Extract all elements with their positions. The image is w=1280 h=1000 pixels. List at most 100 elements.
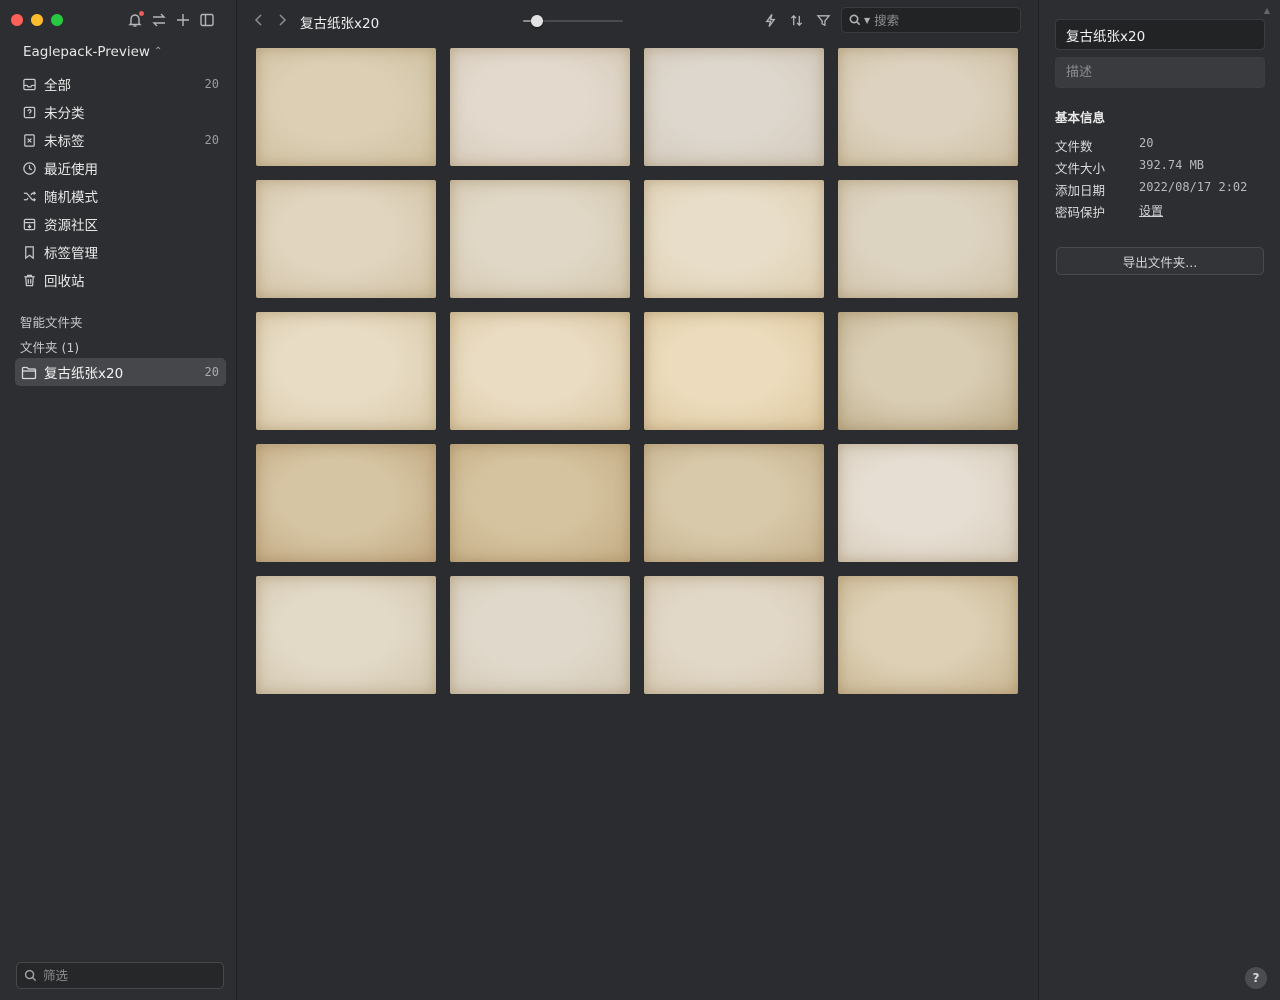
close-window-button[interactable] <box>11 14 23 26</box>
maximize-window-button[interactable] <box>51 14 63 26</box>
thumbnail-item[interactable] <box>256 180 436 298</box>
sync-icon[interactable] <box>150 11 168 29</box>
trash-icon <box>21 272 37 288</box>
filter-funnel-icon[interactable] <box>814 12 832 28</box>
notification-dot <box>139 11 144 16</box>
sidebar-nav: 全部 20 未分类 未标签 20 最近使用 随机模式 资源社区 标签管理 回收站 <box>15 70 226 294</box>
bookmark-icon <box>21 244 37 260</box>
sidebar-toggle-icon[interactable] <box>198 11 216 29</box>
sidebar-item-community[interactable]: 资源社区 <box>15 210 226 238</box>
breadcrumb: 复古纸张x20 <box>300 16 380 32</box>
thumbnail-item[interactable] <box>838 576 1018 694</box>
sort-icon[interactable] <box>787 12 805 28</box>
thumbnail-item[interactable] <box>644 48 824 166</box>
sidebar-item-label: 未标签 <box>44 134 85 150</box>
thumbnail-item[interactable] <box>838 312 1018 430</box>
library-switcher[interactable]: Eaglepack-Preview ⌃ <box>23 44 162 60</box>
main-toolbar: 复古纸张x20 ▼ <box>237 0 1038 40</box>
thumbnail-grid <box>256 48 1018 694</box>
pin-icon[interactable]: ▲ <box>1264 6 1270 15</box>
sidebar-item-label: 回收站 <box>44 274 85 290</box>
filter-input[interactable] <box>43 968 203 983</box>
library-name: Eaglepack-Preview <box>23 44 150 60</box>
info-value: 392.74 MB <box>1139 158 1205 172</box>
lightning-icon[interactable] <box>761 12 779 28</box>
sidebar-item-trash[interactable]: 回收站 <box>15 266 226 294</box>
shuffle-icon <box>21 188 37 204</box>
info-value: 2022/08/17 2:02 <box>1139 180 1248 194</box>
thumbnail-item[interactable] <box>644 576 824 694</box>
export-folder-button[interactable]: 导出文件夹... <box>1056 247 1264 275</box>
sidebar: Eaglepack-Preview ⌃ 全部 20 未分类 未标签 20 最近使… <box>0 0 237 1000</box>
info-key: 密码保护 <box>1055 205 1106 220</box>
thumbnail-item[interactable] <box>450 48 630 166</box>
folder-name-field[interactable] <box>1055 19 1265 50</box>
thumbnail-item[interactable] <box>644 312 824 430</box>
info-key: 文件数 <box>1055 139 1093 154</box>
sidebar-item-label: 未分类 <box>44 106 85 122</box>
thumbnail-item[interactable] <box>838 48 1018 166</box>
folder-icon <box>21 364 37 380</box>
slider-handle[interactable] <box>531 15 543 27</box>
search-icon <box>849 14 861 26</box>
folders-heading[interactable]: 文件夹 (1) <box>20 337 79 356</box>
search-icon <box>24 969 37 982</box>
thumbnail-item[interactable] <box>644 180 824 298</box>
folder-count: 20 <box>204 365 219 379</box>
thumbnail-size-slider[interactable] <box>523 14 623 28</box>
info-key: 添加日期 <box>1055 183 1106 198</box>
info-row-date-added: 添加日期 2022/08/17 2:02 <box>1055 180 1265 199</box>
sidebar-item-label: 资源社区 <box>44 218 98 234</box>
sidebar-item-label: 全部 <box>44 78 71 94</box>
thumbnail-item[interactable] <box>450 312 630 430</box>
clock-icon <box>21 160 37 176</box>
plus-icon[interactable] <box>174 11 192 29</box>
sidebar-item-label: 标签管理 <box>44 246 98 262</box>
help-button[interactable]: ? <box>1245 967 1267 989</box>
thumbnail-item[interactable] <box>450 576 630 694</box>
info-key: 文件大小 <box>1055 161 1106 176</box>
info-value: 20 <box>1139 136 1154 150</box>
forward-chevron-icon[interactable] <box>275 12 289 28</box>
item-count: 20 <box>204 133 219 147</box>
sidebar-item-all[interactable]: 全部 20 <box>15 70 226 98</box>
back-chevron-icon[interactable] <box>251 12 265 28</box>
chevron-down-icon[interactable]: ▼ <box>864 16 870 25</box>
minimize-window-button[interactable] <box>31 14 43 26</box>
inspector-panel: ▲ 基本信息 文件数 20 文件大小 392.74 MB 添加日期 2022/0… <box>1038 0 1280 1000</box>
info-row-file-count: 文件数 20 <box>1055 136 1265 155</box>
sidebar-item-recent[interactable]: 最近使用 <box>15 154 226 182</box>
thumbnail-item[interactable] <box>256 444 436 562</box>
password-settings-link[interactable]: 设置 <box>1139 202 1163 221</box>
bell-icon[interactable] <box>126 11 144 29</box>
untagged-icon <box>21 132 37 148</box>
sidebar-item-label: 最近使用 <box>44 162 98 178</box>
thumbnail-item[interactable] <box>838 444 1018 562</box>
thumbnail-item[interactable] <box>256 312 436 430</box>
thumbnail-item[interactable] <box>644 444 824 562</box>
thumbnail-item[interactable] <box>256 48 436 166</box>
info-row-file-size: 文件大小 392.74 MB <box>1055 158 1265 177</box>
thumbnail-item[interactable] <box>838 180 1018 298</box>
chevron-updown-icon: ⌃ <box>153 46 163 57</box>
filter-field[interactable] <box>16 962 224 989</box>
window-controls <box>11 14 63 26</box>
thumbnail-item[interactable] <box>450 180 630 298</box>
sidebar-item-random[interactable]: 随机模式 <box>15 182 226 210</box>
main-content: 复古纸张x20 ▼ <box>237 0 1038 1000</box>
description-field[interactable] <box>1055 57 1265 88</box>
item-count: 20 <box>204 77 219 91</box>
sidebar-item-label: 随机模式 <box>44 190 98 206</box>
thumbnail-item[interactable] <box>450 444 630 562</box>
sidebar-item-tag-manager[interactable]: 标签管理 <box>15 238 226 266</box>
sidebar-item-uncategorized[interactable]: 未分类 <box>15 98 226 126</box>
info-row-password: 密码保护 设置 <box>1055 202 1265 221</box>
folder-label: 复古纸张x20 <box>44 366 124 382</box>
inbox-icon <box>21 76 37 92</box>
search-input[interactable] <box>874 12 1005 28</box>
thumbnail-item[interactable] <box>256 576 436 694</box>
smart-folders-heading[interactable]: 智能文件夹 <box>20 312 83 331</box>
search-field[interactable]: ▼ <box>841 7 1021 33</box>
sidebar-item-untagged[interactable]: 未标签 20 <box>15 126 226 154</box>
sidebar-folder-vintage-paper[interactable]: 复古纸张x20 20 <box>15 358 226 386</box>
